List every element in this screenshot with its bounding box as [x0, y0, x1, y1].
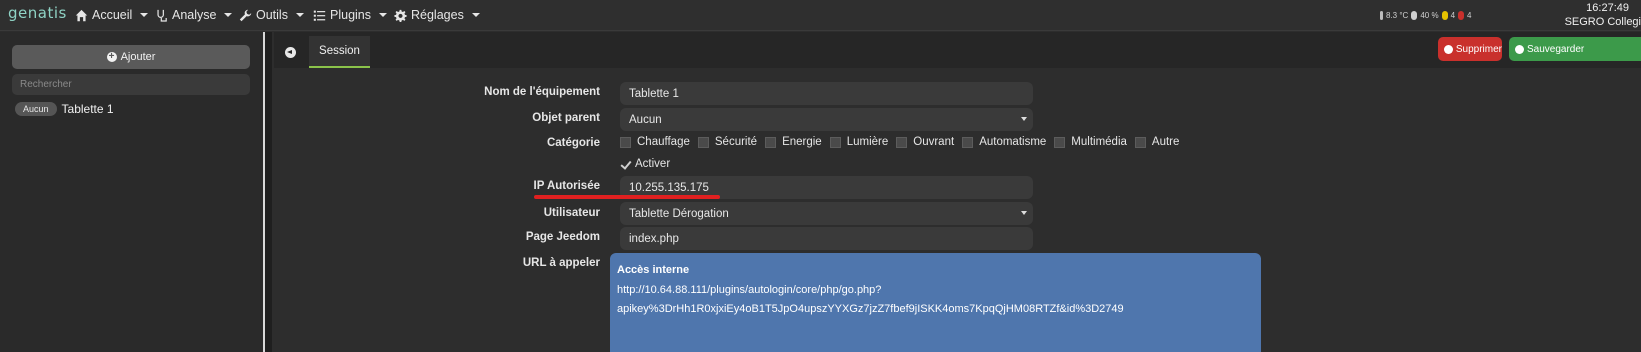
alert-icon: [1458, 11, 1465, 20]
name-value: Tablette 1: [629, 87, 679, 100]
site-name: SEGRO Collegi: [1564, 16, 1641, 28]
checkbox-label: Lumière: [846, 136, 889, 148]
checkbox-label: Chauffage: [637, 136, 690, 148]
check-circle-icon: [1515, 44, 1524, 54]
checkbox-securite[interactable]: [697, 136, 709, 148]
delete-button-label: Supprimer: [1455, 43, 1502, 55]
nav-outils[interactable]: Outils: [239, 8, 304, 22]
user-select[interactable]: Tablette Dérogation: [620, 202, 1033, 225]
logo[interactable]: genatis: [8, 4, 67, 22]
minus-circle-icon: [1444, 44, 1453, 54]
main-panel: Session Supprimer Sauvegarder Nom de l'é…: [274, 32, 1641, 352]
url-title: Accès interne: [617, 264, 690, 276]
parent-value: Aucun: [629, 113, 662, 126]
arrow-left-circle-icon: [284, 46, 296, 58]
gear-icon: [394, 9, 407, 22]
url-line-1[interactable]: http://10.64.88.111/plugins/autologin/co…: [617, 281, 1254, 301]
checkbox-autre[interactable]: [1134, 136, 1146, 148]
nav-reglages-label: Réglages: [411, 8, 464, 22]
weather-widget: 8.3 °C 40 % 4 4: [1380, 11, 1471, 20]
activate-label: Activer: [635, 158, 671, 170]
lights-value: 4: [1450, 11, 1456, 20]
checkbox-multimedia[interactable]: [1054, 136, 1066, 148]
humidity-icon: [1411, 11, 1418, 20]
name-field[interactable]: Tablette 1: [620, 82, 1033, 105]
chevron-down-icon: [140, 13, 149, 17]
page-label: Page Jeedom: [525, 231, 600, 243]
user-value: Tablette Dérogation: [629, 207, 729, 220]
checkbox-energie[interactable]: [765, 136, 777, 148]
checkbox-chauffage[interactable]: [620, 136, 631, 148]
lightbulb-icon: [1441, 11, 1448, 20]
url-label: URL à appeler: [522, 257, 600, 269]
object-badge: Aucun: [15, 102, 57, 116]
nav-accueil-label: Accueil: [92, 8, 133, 22]
parent-label: Objet parent: [532, 112, 600, 124]
checkbox-lumiere[interactable]: [829, 136, 841, 148]
chevron-down-icon: [295, 13, 304, 17]
user-label: Utilisateur: [543, 207, 600, 219]
equipment-name: Tablette 1: [61, 102, 114, 116]
url-panel: Accès interne http://10.64.88.111/plugin…: [610, 253, 1261, 352]
checkbox-label: Multimédia: [1071, 136, 1127, 148]
home-icon: [75, 9, 88, 21]
parent-select[interactable]: Aucun: [620, 108, 1033, 131]
delete-button[interactable]: Supprimer: [1438, 37, 1502, 61]
nav-outils-label: Outils: [256, 8, 288, 22]
search-input[interactable]: [12, 74, 250, 95]
check-icon: [620, 159, 631, 170]
checkbox-label: Ouvrant: [913, 136, 955, 148]
page-field[interactable]: index.php: [620, 227, 1033, 250]
checkbox-label: Sécurité: [714, 136, 758, 148]
wrench-icon: [239, 9, 252, 21]
temperature-value: 8.3 °C: [1386, 11, 1409, 20]
nav-plugins-label: Plugins: [330, 8, 371, 22]
ip-value: 10.255.135.175: [629, 181, 709, 194]
humidity-value: 40 %: [1420, 11, 1439, 20]
url-line-2[interactable]: apikey%3DrHh1R0xjxiEy4oB1T5JpO4upszYYXGz…: [617, 300, 1254, 320]
nav-plugins[interactable]: Plugins: [313, 8, 387, 22]
nav-accueil[interactable]: Accueil: [75, 8, 149, 22]
save-button-label: Sauvegarder: [1527, 43, 1585, 55]
annotation-underline: [534, 195, 720, 199]
nav-analyse-label: Analyse: [172, 8, 217, 22]
activate-checkbox[interactable]: Activer: [620, 158, 670, 170]
checkbox-ouvrant[interactable]: [896, 136, 908, 148]
add-button[interactable]: + Ajouter: [12, 45, 250, 69]
checkbox-label: Energie: [782, 136, 822, 148]
checkbox-automatisme[interactable]: [962, 136, 974, 148]
chevron-down-icon: [1021, 211, 1027, 215]
save-button[interactable]: Sauvegarder: [1509, 37, 1641, 61]
tab-session[interactable]: Session: [309, 36, 370, 68]
page-value: index.php: [629, 232, 679, 245]
sidebar-resize-handle[interactable]: [263, 32, 272, 352]
chevron-down-icon: [1021, 117, 1027, 121]
chevron-down-icon: [471, 13, 480, 17]
back-button[interactable]: [276, 36, 304, 68]
name-label: Nom de l'équipement: [484, 86, 600, 98]
chevron-down-icon: [379, 13, 387, 17]
thermometer-icon: [1380, 11, 1383, 20]
add-button-label: Ajouter: [120, 51, 156, 63]
clock-time: 16:27:49: [1586, 2, 1629, 14]
plus-icon: +: [106, 52, 117, 62]
category-label: Catégorie: [546, 137, 600, 149]
equipment-sidebar: + Ajouter Aucun Tablette 1: [0, 32, 263, 352]
category-checkboxes: Chauffage Sécurité Energie Lumière Ouvra…: [620, 136, 1187, 148]
checkbox-label: Automatisme: [979, 136, 1047, 148]
nav-reglages[interactable]: Réglages: [394, 8, 480, 22]
ip-label: IP Autorisée: [533, 180, 600, 192]
alerts-value: 4: [1467, 11, 1472, 20]
tabs-bar: Session Supprimer Sauvegarder: [274, 32, 1641, 68]
list-icon: [313, 10, 326, 21]
chevron-down-icon: [224, 13, 233, 17]
nav-analyse[interactable]: Analyse: [155, 8, 233, 22]
list-item[interactable]: Aucun Tablette 1: [15, 102, 114, 116]
top-navbar: genatis Accueil Analyse Outils Plugins R…: [0, 0, 1641, 31]
checkbox-label: Autre: [1151, 136, 1180, 148]
stethoscope-icon: [157, 9, 167, 22]
clock: 16:27:49 SEGRO Collegi: [1565, 1, 1641, 29]
